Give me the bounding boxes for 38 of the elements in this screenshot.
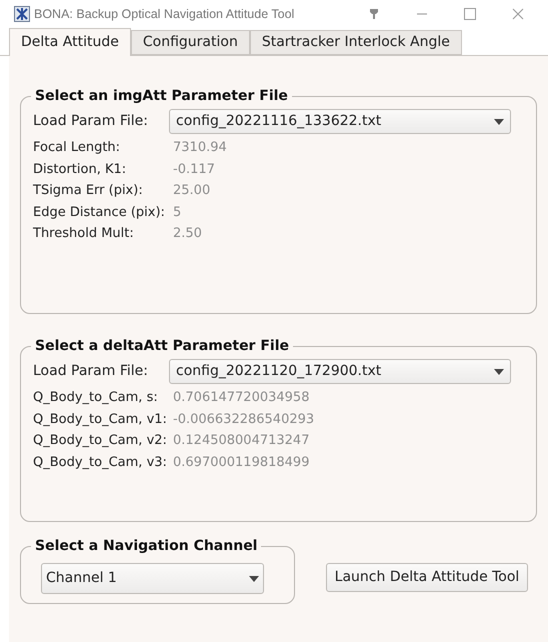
field-value: -0.006632286540293 [173, 410, 314, 428]
tab[interactable]: Startracker Interlock Angle [250, 30, 462, 55]
field-value: 25.00 [173, 182, 210, 200]
field-value: 7310.94 [173, 139, 227, 157]
file-dropdown[interactable]: config_20221116_133622.txt [169, 109, 511, 134]
field-label: Q_Body_to_Cam, v3: [33, 454, 168, 472]
field-label: Distortion, K1: [33, 160, 128, 178]
dropdown-arrow-icon [249, 576, 259, 582]
group-title: Select an imgAtt Parameter File [34, 87, 289, 106]
tab[interactable]: Delta Attitude [9, 28, 131, 56]
dropdown-arrow-icon [494, 118, 504, 124]
field-value: -0.117 [173, 160, 215, 178]
group-title: Select a Navigation Channel [34, 537, 258, 556]
field-value: 0.697000119818499 [173, 454, 310, 472]
group-title: Select a deltaAtt Parameter File [34, 337, 290, 356]
field-label: Q_Body_to_Cam, s: [33, 389, 159, 407]
launch-button[interactable]: Launch Delta Attitude Tool [326, 562, 528, 592]
window-title: BONA: Backup Optical Navigation Attitude Tool [34, 6, 294, 23]
field-label: Q_Body_to_Cam, v1: [33, 410, 168, 428]
close-icon[interactable] [512, 8, 524, 20]
field-value: 2.50 [173, 225, 202, 243]
field-label: TSigma Err (pix): [33, 182, 144, 200]
field-label: Load Param File: [33, 112, 149, 131]
app-icon [14, 6, 30, 22]
field-value: 0.706147720034958 [173, 389, 310, 407]
dropdown-arrow-icon [494, 368, 504, 374]
file-dropdown[interactable]: config_20221120_172900.txt [169, 359, 511, 384]
tab[interactable]: Configuration [130, 30, 250, 55]
field-label: Focal Length: [33, 139, 122, 157]
field-label: Edge Distance (pix): [33, 204, 166, 222]
field-label: Q_Body_to_Cam, v2: [33, 432, 168, 450]
field-label: Threshold Mult: [33, 225, 135, 243]
field-label: Load Param File: [33, 362, 149, 381]
pin-icon[interactable] [368, 8, 380, 20]
field-value: 0.124508004713247 [173, 432, 310, 450]
channel-dropdown[interactable]: Channel 1 [41, 563, 264, 594]
maximize-icon[interactable] [464, 8, 476, 20]
field-value: 5 [173, 204, 182, 222]
